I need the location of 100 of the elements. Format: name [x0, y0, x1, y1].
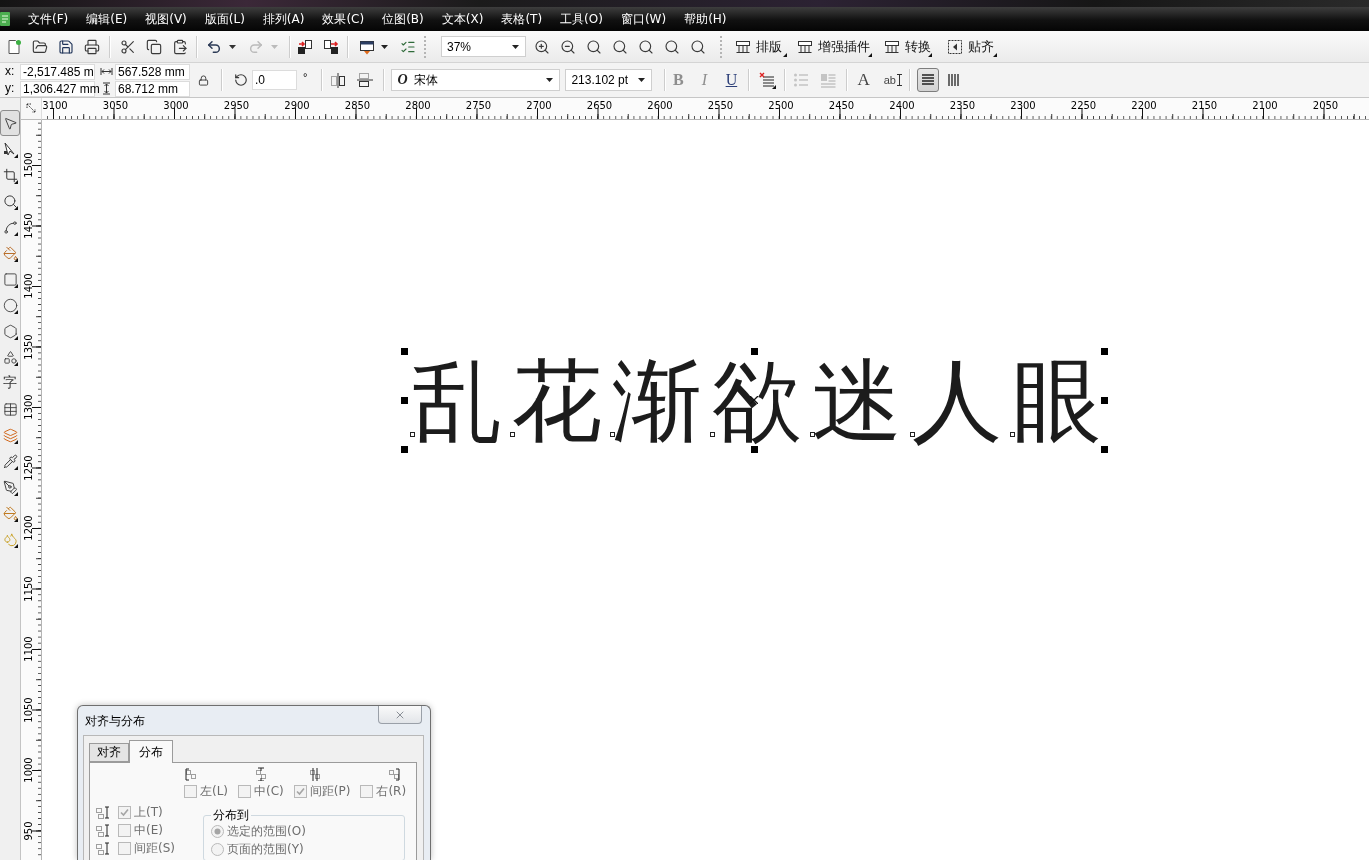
magnifier-icon[interactable] — [690, 38, 706, 55]
cut-icon[interactable] — [120, 38, 136, 55]
caret-icon[interactable] — [546, 78, 554, 82]
character-node[interactable] — [710, 432, 715, 437]
menu-item[interactable]: 编辑(E) — [77, 7, 137, 31]
menu-item[interactable]: 文件(F) — [19, 7, 78, 31]
plugin-button[interactable]: 贴齐 — [944, 33, 998, 60]
tool-button[interactable]: 字 — [0, 370, 20, 396]
table-frame-icon[interactable] — [797, 38, 813, 55]
zoom-out-icon[interactable] — [560, 38, 576, 55]
menu-item[interactable]: 版面(L) — [195, 7, 254, 31]
layers-icon[interactable] — [2, 427, 18, 443]
menu-item[interactable]: 排列(A) — [253, 7, 314, 31]
ellipse-icon[interactable] — [2, 297, 18, 313]
height-field[interactable]: 68.712 mm — [115, 80, 190, 97]
x-position-field[interactable]: -2,517.485 m — [20, 63, 95, 80]
plugin-button[interactable]: 转换 — [881, 33, 933, 60]
rectangle-icon[interactable] — [2, 271, 18, 287]
caret-icon[interactable] — [638, 78, 646, 82]
shapes-icon[interactable] — [2, 349, 18, 365]
zoom-level-dropdown[interactable]: 37% — [441, 36, 526, 57]
font-size-dropdown[interactable]: 213.102 pt — [565, 69, 653, 91]
selection-handle[interactable] — [401, 446, 408, 453]
crop-icon[interactable] — [2, 167, 18, 183]
pointer-icon[interactable] — [2, 115, 18, 131]
width-field[interactable]: 567.528 mm — [115, 63, 190, 80]
menu-item[interactable]: 帮助(H) — [675, 7, 736, 31]
save-icon[interactable] — [58, 38, 74, 55]
magnifier-icon[interactable] — [638, 38, 654, 55]
center-mark-icon[interactable] — [750, 396, 758, 404]
edit-text-button[interactable]: ab — [882, 69, 903, 91]
menu-item[interactable]: 文本(X) — [432, 7, 493, 31]
magnifier-icon[interactable] — [586, 38, 602, 55]
selection-handle[interactable] — [751, 446, 758, 453]
menu-item[interactable]: 工具(O) — [551, 7, 612, 31]
selection-handle[interactable] — [1101, 348, 1108, 355]
hexagon-icon[interactable] — [2, 323, 18, 339]
ruler-label: 1450 — [23, 212, 34, 239]
font-dropdown[interactable]: O 宋体 — [391, 69, 561, 91]
new-document-icon[interactable] — [6, 38, 22, 55]
table-icon[interactable] — [2, 401, 18, 417]
mirror-vertical-icon[interactable] — [357, 72, 374, 88]
selection-handle[interactable] — [401, 397, 408, 404]
plugin-button[interactable]: 排版 — [732, 33, 788, 60]
print-icon[interactable] — [84, 38, 100, 55]
caret-icon[interactable] — [228, 44, 236, 49]
character-node[interactable] — [410, 432, 415, 437]
table-frame-icon[interactable] — [884, 38, 900, 55]
rotation-field[interactable]: .0 — [252, 70, 297, 90]
tab[interactable]: 分布 — [129, 740, 173, 763]
character-node[interactable] — [510, 432, 515, 437]
character-node[interactable] — [810, 432, 815, 437]
artistic-text[interactable]: 乱花渐欲迷人眼 — [412, 356, 1112, 446]
pen-nib-icon[interactable] — [2, 479, 18, 495]
horizontal-lines-icon[interactable] — [920, 73, 935, 87]
export-icon[interactable] — [323, 38, 339, 55]
flyout-triangle-icon — [14, 492, 18, 496]
copy-icon[interactable] — [146, 38, 162, 55]
vertical-lines-icon[interactable] — [946, 73, 961, 87]
droplets-icon[interactable] — [2, 531, 18, 547]
menu-item[interactable]: 窗口(W) — [611, 7, 676, 31]
menu-item[interactable]: 表格(T) — [492, 7, 552, 31]
snap-frame-icon[interactable] — [947, 38, 963, 55]
tab[interactable]: 对齐 — [89, 743, 129, 762]
app-window-icon[interactable] — [359, 38, 375, 55]
text-direction-button[interactable] — [916, 68, 939, 92]
paste-icon[interactable] — [172, 38, 188, 55]
eyedropper-icon[interactable] — [2, 453, 18, 469]
table-frame-icon[interactable] — [735, 38, 751, 55]
import-icon[interactable] — [297, 38, 313, 55]
text-cursor-icon[interactable] — [896, 74, 902, 86]
caret-icon[interactable] — [512, 44, 519, 49]
open-folder-icon[interactable] — [32, 38, 48, 55]
ruler-origin-icon[interactable] — [25, 103, 37, 114]
selection-handle[interactable] — [1101, 397, 1108, 404]
plugin-button[interactable]: 增强插件 — [794, 33, 873, 60]
selection-handle[interactable] — [751, 348, 758, 355]
edit-text-button[interactable]: A — [856, 69, 871, 91]
character-node[interactable] — [910, 432, 915, 437]
magnifier-icon[interactable] — [664, 38, 680, 55]
menu-item[interactable]: 视图(V) — [136, 7, 196, 31]
selection-handle[interactable] — [401, 348, 408, 355]
lock-icon[interactable] — [197, 74, 209, 86]
magnifier-icon[interactable] — [2, 193, 18, 209]
curve-icon[interactable] — [2, 219, 18, 235]
magnifier-icon[interactable] — [612, 38, 628, 55]
character-node[interactable] — [1010, 432, 1015, 437]
text-align-icon[interactable] — [759, 72, 776, 88]
caret-icon[interactable] — [380, 44, 388, 49]
rotate-icon[interactable] — [234, 73, 248, 87]
paint-bucket-icon[interactable] — [2, 505, 18, 521]
undo-icon[interactable] — [206, 38, 222, 55]
selection-handle[interactable] — [1101, 446, 1108, 453]
zoom-in-icon[interactable] — [534, 38, 550, 55]
mirror-horizontal-icon[interactable] — [330, 72, 347, 88]
paint-bucket-icon[interactable] — [2, 245, 18, 261]
menu-item[interactable]: 位图(B) — [373, 7, 433, 31]
menu-item[interactable]: 效果(C) — [313, 7, 374, 31]
text-style-button[interactable]: U — [723, 69, 740, 91]
character-node[interactable] — [610, 432, 615, 437]
